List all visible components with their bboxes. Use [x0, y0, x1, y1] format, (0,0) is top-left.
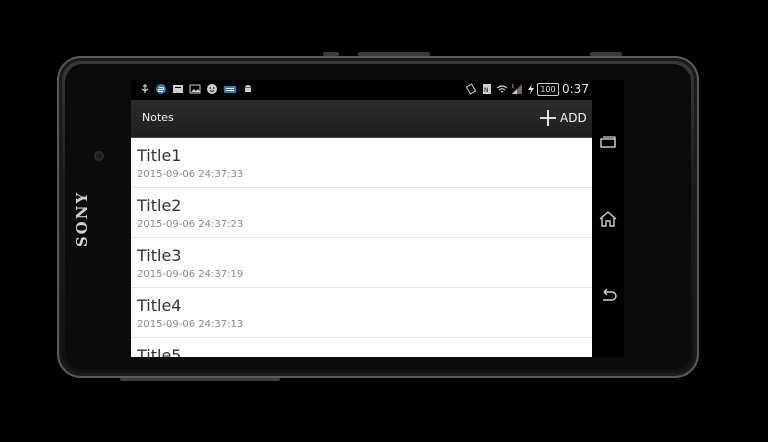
brand-logo: SONY	[73, 190, 91, 248]
note-title: Title4	[137, 296, 182, 315]
recent-apps-button[interactable]	[596, 130, 620, 154]
list-item[interactable]: Title1 2015-09-06 24:37:33	[131, 138, 592, 188]
navigation-bar	[592, 80, 624, 357]
back-icon	[596, 288, 620, 311]
recent-apps-icon	[596, 136, 620, 158]
image-icon	[189, 83, 201, 95]
list-item[interactable]: Title3 2015-09-06 24:37:19	[131, 238, 592, 288]
battery-icon: 100	[537, 83, 559, 96]
add-button-label: ADD	[560, 111, 587, 125]
list-item[interactable]: Title4 2015-09-06 24:37:13	[131, 288, 592, 338]
front-camera	[94, 151, 104, 161]
notes-list[interactable]: Title1 2015-09-06 24:37:33 Title2 2015-0…	[131, 138, 592, 357]
sync-icon	[155, 83, 167, 95]
page-title: Notes	[142, 111, 174, 124]
note-date: 2015-09-06 24:37:33	[137, 169, 244, 180]
list-item[interactable]: Title5	[131, 338, 592, 357]
keyboard-icon	[223, 83, 237, 95]
note-date: 2015-09-06 24:37:19	[137, 269, 244, 280]
home-icon	[596, 211, 620, 235]
rotate-icon	[465, 83, 477, 95]
usb-icon	[139, 83, 151, 95]
note-title: Title2	[137, 196, 182, 215]
svg-text:N: N	[484, 87, 489, 94]
add-note-button[interactable]: ADD	[536, 104, 590, 132]
wifi-icon	[496, 83, 508, 95]
note-date: 2015-09-06 24:37:23	[137, 219, 244, 230]
status-bar: N 100 0:37	[131, 80, 592, 100]
note-title: Title1	[137, 146, 182, 165]
plus-icon	[539, 109, 557, 127]
charging-icon	[526, 83, 536, 95]
notebook-icon	[172, 83, 184, 95]
device-screen: N 100 0:37 Notes ADD Title1 2015-09-06 2…	[131, 80, 624, 357]
emoji-icon	[206, 83, 218, 95]
signal-icon	[511, 83, 523, 95]
list-item[interactable]: Title2 2015-09-06 24:37:23	[131, 188, 592, 238]
action-bar: Notes ADD	[131, 100, 592, 138]
note-title: Title5	[137, 346, 182, 357]
android-icon	[242, 83, 254, 95]
note-title: Title3	[137, 246, 182, 265]
status-clock: 0:37	[562, 82, 589, 96]
nfc-icon: N	[481, 83, 493, 95]
home-button[interactable]	[596, 207, 620, 231]
back-button[interactable]	[596, 283, 620, 307]
note-date: 2015-09-06 24:37:13	[137, 319, 244, 330]
